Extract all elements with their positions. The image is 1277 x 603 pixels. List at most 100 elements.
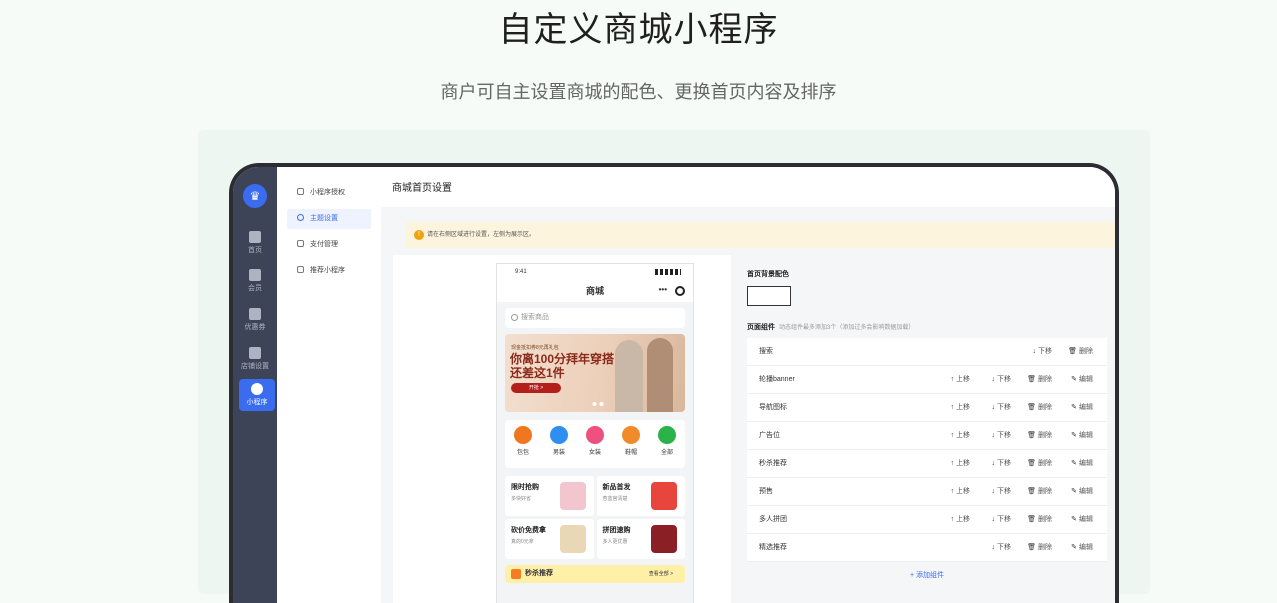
bg-color-swatch[interactable]	[747, 286, 791, 306]
nav-icon-womenswear[interactable]: 女装	[580, 426, 610, 468]
phone-flash-sale-bar[interactable]: 秒杀推荐 查看全部 >	[505, 565, 685, 583]
down-button[interactable]: ↓ 下移	[1011, 338, 1053, 366]
down-button[interactable]: ↓ 下移	[970, 534, 1012, 562]
edit-button[interactable]: ✎ 编辑	[1052, 478, 1093, 506]
phone-search-bar[interactable]: 搜索商品	[505, 308, 685, 328]
wallet-icon	[297, 240, 304, 247]
component-name: 精选推荐	[759, 544, 787, 551]
component-actions: ↓ 下移 🗑 删除 ✎ 编辑	[970, 534, 1094, 562]
nav-icon-menswear[interactable]: 男装	[544, 426, 574, 468]
edit-button[interactable]: ✎ 编辑	[1052, 422, 1093, 450]
action-label: 下移	[997, 376, 1011, 383]
component-actions: ↑ 上移 ↓ 下移 🗑 删除 ✎ 编辑	[929, 506, 1094, 534]
component-row: 搜索 ↓ 下移 🗑 删除	[747, 338, 1107, 366]
close-mini-icon[interactable]	[675, 286, 685, 296]
nav-item-coupon[interactable]: 优惠券	[233, 308, 277, 332]
edit-button[interactable]: ✎ 编辑	[1052, 506, 1093, 534]
promo-group-buy[interactable]: 拼团速购 多人更优惠	[596, 519, 685, 559]
signal-battery-icon	[655, 269, 681, 275]
arrow-down-icon: ↓	[1032, 348, 1037, 355]
flash-title: 秒杀推荐	[525, 570, 553, 577]
member-icon	[249, 269, 261, 281]
arrow-down-icon: ↓	[991, 516, 996, 523]
component-actions: ↑ 上移 ↓ 下移 🗑 删除 ✎ 编辑	[929, 478, 1094, 506]
delete-button[interactable]: 🗑 删除	[1011, 478, 1052, 506]
nav-icon-bags[interactable]: 包包	[508, 426, 538, 468]
delete-button[interactable]: 🗑 删除	[1011, 534, 1052, 562]
nav-item-miniprogram[interactable]: 小程序	[239, 379, 275, 411]
more-icon[interactable]: •••	[659, 284, 667, 296]
edit-button[interactable]: ✎ 编辑	[1052, 450, 1093, 478]
action-label: 编辑	[1079, 516, 1093, 523]
components-list: 搜索 ↓ 下移 🗑 删除 轮播banner ↑ 上移 ↓ 下移 🗑 删除 ✎ 编辑 导航图标 ↑ 上移 ↓ 下移 🗑 删…	[747, 338, 1107, 562]
action-label: 编辑	[1079, 376, 1093, 383]
subnav-label: 支付管理	[310, 241, 338, 248]
component-name: 广告位	[759, 432, 780, 439]
action-label: 下移	[997, 432, 1011, 439]
nav-label: 首页	[248, 247, 262, 254]
flash-more-link[interactable]: 查看全部 >	[649, 565, 673, 583]
component-actions: ↑ 上移 ↓ 下移 🗑 删除 ✎ 编辑	[929, 450, 1094, 478]
add-component-button[interactable]: + 添加组件	[747, 570, 1107, 580]
nav-item-member[interactable]: 会员	[233, 269, 277, 293]
up-button[interactable]: ↑ 上移	[929, 506, 971, 534]
components-label: 页面组件	[747, 324, 775, 331]
subnav-miniprogram-auth[interactable]: 小程序授权	[287, 183, 371, 203]
down-button[interactable]: ↓ 下移	[970, 450, 1012, 478]
trash-icon: 🗑	[1027, 376, 1036, 383]
phone-banner[interactable]: 现金抵扣券8元再礼包 你离100分拜年穿搭 还差这1件 开抢 >	[505, 334, 685, 412]
promo-flash-sale[interactable]: 限时抢购 多快好省	[505, 476, 594, 516]
subnav-theme-settings[interactable]: 主题设置	[287, 209, 371, 229]
down-button[interactable]: ↓ 下移	[970, 478, 1012, 506]
up-button[interactable]: ↑ 上移	[929, 394, 971, 422]
action-label: 上移	[956, 488, 970, 495]
delete-button[interactable]: 🗑 删除	[1011, 366, 1052, 394]
trash-icon: 🗑	[1027, 544, 1036, 551]
delete-button[interactable]: 🗑 删除	[1011, 394, 1052, 422]
edit-button[interactable]: ✎ 编辑	[1052, 534, 1093, 562]
promo-new-arrivals[interactable]: 新品首发 杏蓝宫清楚	[596, 476, 685, 516]
banner-button[interactable]: 开抢 >	[511, 383, 561, 393]
subnav-payment[interactable]: 支付管理	[287, 235, 371, 255]
tip-banner: ! 请在右侧区域进行设置，左侧为展示区。	[405, 222, 1115, 248]
component-row: 轮播banner ↑ 上移 ↓ 下移 🗑 删除 ✎ 编辑	[747, 366, 1107, 394]
action-label: 删除	[1038, 376, 1052, 383]
down-button[interactable]: ↓ 下移	[970, 394, 1012, 422]
up-button[interactable]: ↑ 上移	[929, 450, 971, 478]
hero-title: 自定义商城小程序	[498, 11, 779, 49]
config-panel: 首页背景配色 页面组件 动态组件最多添加3个（添加过多会影响数据加载） 搜索 ↓ 下移…	[731, 255, 1115, 603]
delete-button[interactable]: 🗑 删除	[1011, 506, 1052, 534]
up-button[interactable]: ↑ 上移	[929, 366, 971, 394]
down-button[interactable]: ↓ 下移	[970, 366, 1012, 394]
banner-model-image	[615, 340, 643, 412]
edit-button[interactable]: ✎ 编辑	[1052, 366, 1093, 394]
delete-button[interactable]: 🗑 删除	[1011, 422, 1052, 450]
nav-icon-shoes[interactable]: 鞋帽	[616, 426, 646, 468]
component-actions: ↑ 上移 ↓ 下移 🗑 删除 ✎ 编辑	[929, 394, 1094, 422]
down-button[interactable]: ↓ 下移	[970, 422, 1012, 450]
shoe-icon	[622, 426, 640, 444]
subnav-recommend[interactable]: 推荐小程序	[287, 261, 371, 281]
admin-screen: ♛ 首页 会员 优惠券 店铺设置 小程序 小程序授权 主题设置 支付管理 推荐小…	[233, 167, 1115, 603]
up-button[interactable]: ↑ 上移	[929, 422, 971, 450]
action-label: 下移	[997, 516, 1011, 523]
auth-icon	[297, 188, 304, 195]
promo-bargain[interactable]: 砍价免费拿 真的0元拿	[505, 519, 594, 559]
nav-item-store-settings[interactable]: 店铺设置	[233, 347, 277, 371]
trash-icon: 🗑	[1068, 348, 1077, 355]
delete-button[interactable]: 🗑 删除	[1011, 450, 1052, 478]
main-content: 商城首页设置 ! 请在右侧区域进行设置，左侧为展示区。 9:41 商城 ••• 搜索…	[381, 167, 1115, 603]
delete-button[interactable]: 🗑 删除	[1052, 338, 1093, 366]
edit-button[interactable]: ✎ 编辑	[1052, 394, 1093, 422]
nav-label: 店铺设置	[241, 363, 269, 370]
product-image	[651, 525, 677, 553]
down-button[interactable]: ↓ 下移	[970, 506, 1012, 534]
product-image	[559, 525, 586, 553]
nav-icon-all[interactable]: 全部	[652, 426, 682, 468]
action-label: 上移	[956, 432, 970, 439]
coupon-icon	[249, 308, 261, 320]
up-button[interactable]: ↑ 上移	[929, 478, 971, 506]
primary-sidebar: ♛ 首页 会员 优惠券 店铺设置 小程序	[233, 167, 277, 603]
nav-item-home[interactable]: 首页	[233, 231, 277, 255]
action-label: 删除	[1038, 516, 1052, 523]
